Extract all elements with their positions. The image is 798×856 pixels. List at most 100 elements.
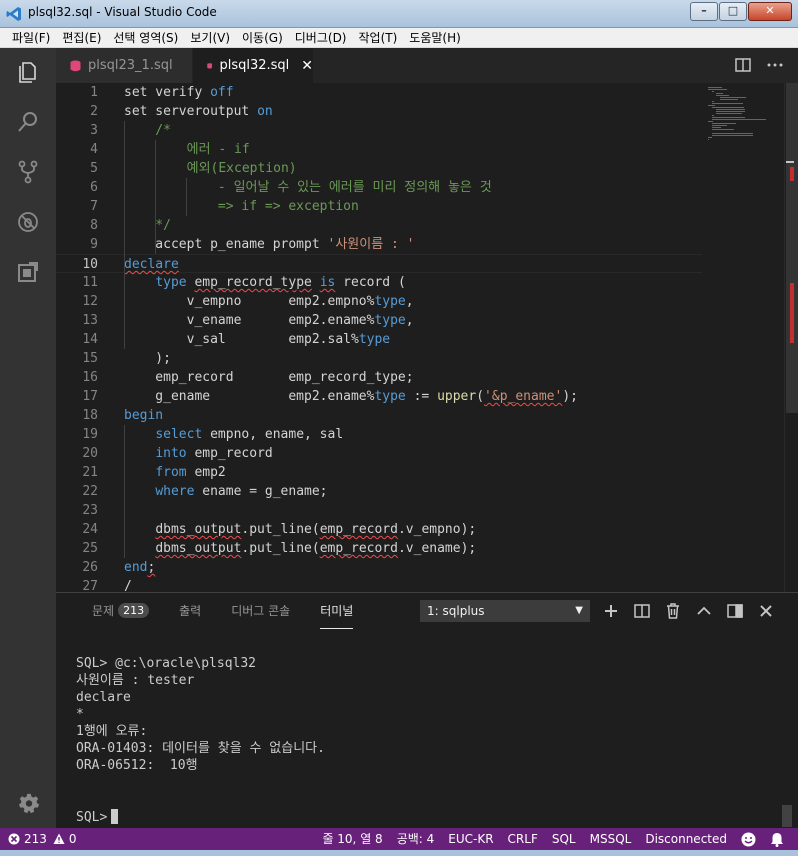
source-control-icon[interactable]: [16, 160, 40, 184]
line-number: 14: [82, 332, 98, 347]
code-line[interactable]: 15 );: [56, 349, 702, 368]
terminal-output[interactable]: SQL> @c:\oracle\plsql32 사원이름 : tester decl…: [76, 655, 325, 774]
close-panel-icon[interactable]: [757, 602, 775, 620]
minimap-line: [716, 113, 742, 114]
more-actions-icon[interactable]: [766, 56, 784, 74]
line-number: 24: [82, 522, 98, 537]
tab-plsql23-1[interactable]: plsql23_1.sql: [56, 48, 192, 83]
code-line[interactable]: 25 dbms_output.put_line(emp_record.v_ena…: [56, 539, 702, 558]
scrollbar-thumb[interactable]: [786, 83, 798, 413]
search-icon[interactable]: [16, 110, 40, 134]
code-line[interactable]: 20 into emp_record: [56, 444, 702, 463]
code-line[interactable]: 6 - 일어날 수 있는 에러를 미리 정의해 놓은 것: [56, 178, 702, 197]
tab-debug-console[interactable]: 디버그 콘솔: [231, 602, 290, 619]
close-window-button[interactable]: ✕: [748, 2, 792, 21]
menu-tasks[interactable]: 작업(T): [353, 28, 404, 47]
code-text: v_ename emp2.ename%type,: [124, 313, 414, 328]
code-token: v_sal emp2.sal%: [124, 332, 359, 347]
code-line[interactable]: 13 v_ename emp2.ename%type,: [56, 311, 702, 330]
terminal-prompt[interactable]: SQL>: [76, 809, 119, 825]
code-line[interactable]: 9 accept p_ename prompt '사원이름 : ': [56, 235, 702, 254]
bell-icon[interactable]: [770, 832, 784, 847]
code-line[interactable]: 12 v_empno emp2.empno%type,: [56, 292, 702, 311]
minimap-line: [708, 87, 722, 88]
minimap[interactable]: [702, 83, 782, 592]
menu-help[interactable]: 도움말(H): [403, 28, 467, 47]
minimize-button[interactable]: –: [690, 2, 718, 21]
maximize-panel-icon[interactable]: [726, 602, 744, 620]
code-line[interactable]: 27 /: [56, 577, 702, 592]
code-text: => if => exception: [124, 199, 359, 214]
code-text: from emp2: [124, 465, 225, 480]
code-line[interactable]: 26 end;: [56, 558, 702, 577]
code-token: where: [155, 484, 195, 499]
trash-icon[interactable]: [664, 602, 682, 620]
terminal-select[interactable]: 1: sqlplus ▼: [420, 600, 590, 622]
debug-icon[interactable]: [16, 210, 40, 234]
menu-selection[interactable]: 선택 영역(S): [107, 28, 184, 47]
code-line[interactable]: 8 */: [56, 216, 702, 235]
code-line[interactable]: 11 type emp_record_type is record (: [56, 273, 702, 292]
split-editor-icon[interactable]: [734, 56, 752, 74]
sql-dialect[interactable]: MSSQL: [590, 828, 632, 850]
tab-label: 터미널: [320, 604, 354, 618]
code-line[interactable]: 21 from emp2: [56, 463, 702, 482]
maximize-button[interactable]: □: [719, 2, 747, 21]
line-ending[interactable]: CRLF: [508, 828, 538, 850]
new-terminal-icon[interactable]: [602, 602, 620, 620]
problems-summary[interactable]: 213 0: [8, 828, 77, 850]
connection-status[interactable]: Disconnected: [645, 828, 727, 850]
code-line[interactable]: 5 예외(Exception): [56, 159, 702, 178]
code-line[interactable]: 2 set serveroutput on: [56, 102, 702, 121]
smiley-icon[interactable]: [741, 832, 756, 847]
menu-edit[interactable]: 편집(E): [56, 28, 107, 47]
code-line[interactable]: 18 begin: [56, 406, 702, 425]
code-token: ename = g_ename;: [194, 484, 328, 499]
cursor-marker: [786, 161, 794, 163]
cursor-position[interactable]: 줄 10, 열 8: [322, 828, 382, 850]
tab-terminal[interactable]: 터미널: [320, 602, 354, 629]
explorer-icon[interactable]: [16, 60, 40, 84]
encoding[interactable]: EUC-KR: [448, 828, 493, 850]
code-line[interactable]: 17 g_ename emp2.ename%type := upper('&p_…: [56, 387, 702, 406]
extensions-icon[interactable]: [16, 260, 40, 284]
code-text: - 일어날 수 있는 에러를 미리 정의해 놓은 것: [124, 180, 492, 195]
code-text: v_empno emp2.empno%type,: [124, 294, 414, 309]
code-line[interactable]: 14 v_sal emp2.sal%type: [56, 330, 702, 349]
code-line[interactable]: 4 에러 - if: [56, 140, 702, 159]
tab-label: 문제: [92, 604, 115, 618]
menu-go[interactable]: 이동(G): [236, 28, 289, 47]
code-line[interactable]: 23: [56, 501, 702, 520]
code-line[interactable]: 3 /*: [56, 121, 702, 140]
minimap-line: [708, 139, 709, 140]
tab-problems[interactable]: 문제 213: [92, 602, 150, 619]
code-line[interactable]: 7 => if => exception: [56, 197, 702, 216]
minimap-line: [712, 91, 714, 92]
tab-output[interactable]: 출력: [179, 602, 201, 619]
code-line[interactable]: 1 set verify off: [56, 83, 702, 102]
code-token: 예외(Exception): [124, 161, 297, 176]
split-terminal-icon[interactable]: [633, 602, 651, 620]
code-line[interactable]: 10 declare: [56, 254, 702, 273]
code-line[interactable]: 22 where ename = g_ename;: [56, 482, 702, 501]
menu-debug[interactable]: 디버그(D): [289, 28, 353, 47]
close-tab-icon[interactable]: ✕: [301, 58, 313, 74]
code-line[interactable]: 16 emp_record emp_record_type;: [56, 368, 702, 387]
code-token: => if => exception: [124, 199, 359, 214]
minimap-line: [716, 93, 723, 94]
language-mode[interactable]: SQL: [552, 828, 576, 850]
code-line[interactable]: 19 select empno, ename, sal: [56, 425, 702, 444]
menu-file[interactable]: 파일(F): [6, 28, 56, 47]
chevron-up-icon[interactable]: [695, 602, 713, 620]
code-line[interactable]: 24 dbms_output.put_line(emp_record.v_emp…: [56, 520, 702, 539]
code-editor[interactable]: 1 set verify off 2 set serveroutput on 3 /* 4…: [56, 83, 798, 592]
gear-icon[interactable]: [18, 792, 40, 814]
indentation[interactable]: 공백: 4: [397, 828, 435, 850]
editor-vertical-scrollbar[interactable]: [784, 83, 798, 592]
menu-view[interactable]: 보기(V): [184, 28, 236, 47]
tab-plsql32[interactable]: plsql32.sql ✕: [193, 48, 313, 83]
warning-icon: [53, 833, 65, 844]
terminal-line: 사원이름 : tester: [76, 673, 195, 688]
code-token: off: [210, 85, 234, 100]
terminal-scrollbar[interactable]: [782, 805, 792, 827]
